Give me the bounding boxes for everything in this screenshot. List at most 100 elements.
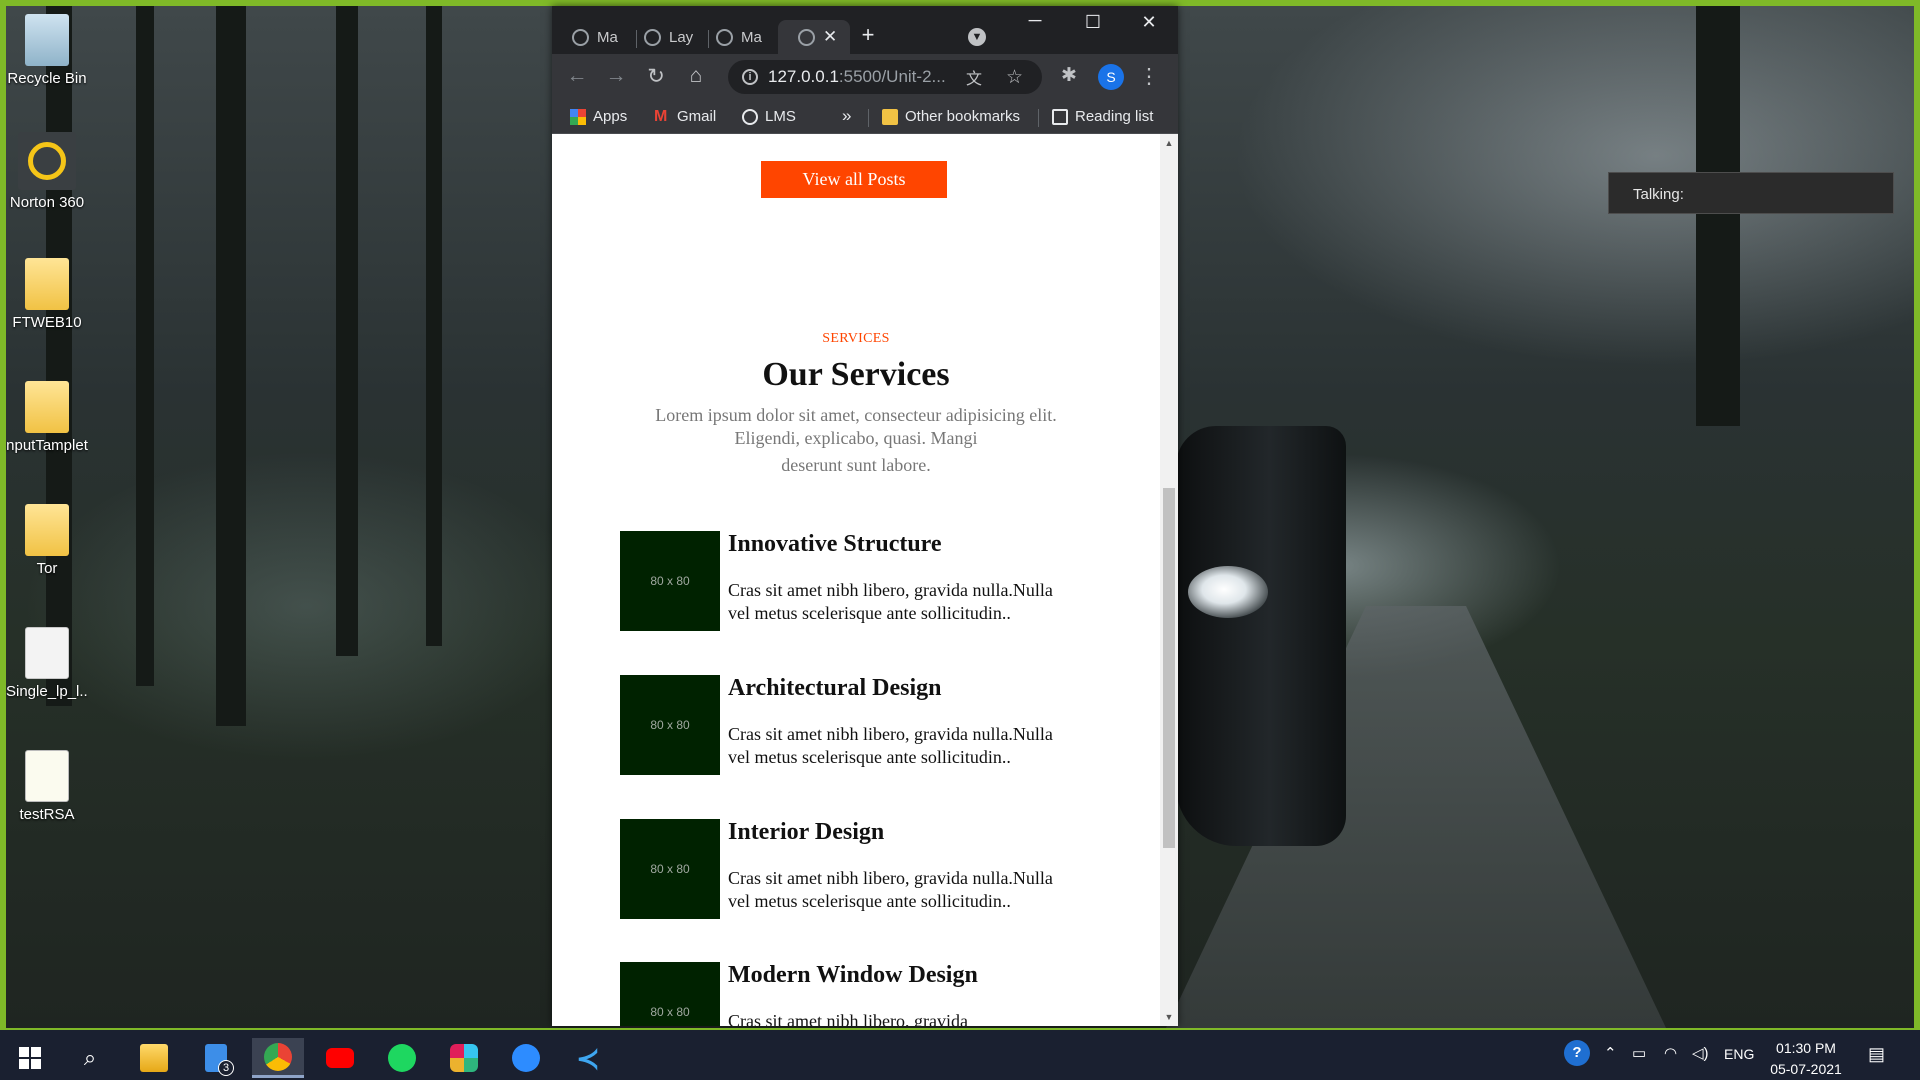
service-thumbnail: 80 x 80 xyxy=(620,819,720,919)
translate-icon[interactable]: 文 xyxy=(966,65,982,89)
scrollbar[interactable]: ▲ ▼ xyxy=(1160,134,1178,1026)
taskbar-app-spotify[interactable] xyxy=(376,1038,428,1078)
folder-icon xyxy=(25,258,69,310)
tree-trunk xyxy=(1696,6,1740,426)
reading-list[interactable]: Reading list xyxy=(1052,108,1153,125)
service-text: Cras sit amet nibh libero, gravida nulla… xyxy=(728,724,1053,767)
bookmark-apps[interactable]: Apps xyxy=(570,108,627,125)
service-text: Cras sit amet nibh libero, gravida xyxy=(728,1011,968,1026)
tab-1[interactable]: Ma xyxy=(552,20,624,54)
notification-icon[interactable]: ▤ xyxy=(1868,1044,1885,1065)
tree-trunk xyxy=(136,6,154,686)
page-viewport: View all Posts SERVICES Our Services Lor… xyxy=(552,134,1178,1026)
reading-list-icon xyxy=(1052,108,1068,125)
volume-icon[interactable]: ◁) xyxy=(1692,1044,1709,1062)
service-title: Interior Design xyxy=(728,819,885,845)
language-indicator[interactable]: ENG xyxy=(1724,1046,1754,1062)
folder-icon xyxy=(140,1044,168,1072)
folder-icon xyxy=(882,108,898,125)
taskbar-app-vscode[interactable]: ≺ xyxy=(562,1038,614,1078)
service-item: 80 x 80 Interior Design Cras sit amet ni… xyxy=(620,819,1060,929)
clock-date: 05-07-2021 xyxy=(1770,1061,1842,1077)
globe-icon xyxy=(572,28,589,46)
browser-toolbar: ← → ↻ ⌂ i 127.0.0.1:5500/Unit-2... 文 ☆ ✱… xyxy=(552,54,1178,100)
taskbar-app-file-explorer[interactable] xyxy=(128,1038,180,1078)
scrollbar-thumb[interactable] xyxy=(1163,488,1175,848)
desktop-icon-inputtamplet[interactable]: nputTamplet xyxy=(6,381,88,454)
globe-icon xyxy=(644,28,661,46)
script-icon xyxy=(25,750,69,802)
extensions-icon[interactable]: ✱ xyxy=(1056,64,1082,87)
back-icon[interactable]: ← xyxy=(564,64,590,88)
view-all-posts-button[interactable]: View all Posts xyxy=(761,161,947,198)
desktop-icon-norton[interactable]: Norton 360 xyxy=(6,132,88,211)
service-title: Architectural Design xyxy=(728,675,942,701)
talking-overlay: Talking: xyxy=(1608,172,1894,214)
chevron-down-icon: ▼ xyxy=(968,28,986,46)
service-text: Cras sit amet nibh libero, gravida nulla… xyxy=(728,580,1053,623)
new-tab-button[interactable]: + xyxy=(853,22,883,48)
bookmarks-overflow-button[interactable]: » xyxy=(842,106,851,126)
url-host: 127.0.0.1 xyxy=(768,67,839,86)
scroll-down-icon[interactable]: ▼ xyxy=(1164,1012,1174,1022)
zoom-icon xyxy=(512,1044,540,1072)
bookmark-lms[interactable]: LMS xyxy=(742,108,796,125)
tab-3[interactable]: Ma xyxy=(696,20,768,54)
service-thumbnail: 80 x 80 xyxy=(620,675,720,775)
avatar[interactable]: S xyxy=(1098,64,1124,90)
desktop-icon-recycle-bin[interactable]: Recycle Bin xyxy=(6,14,88,87)
info-icon[interactable]: i xyxy=(742,69,758,85)
service-item: 80 x 80 Modern Window Design Cras sit am… xyxy=(620,962,1060,1026)
start-button[interactable] xyxy=(4,1038,56,1078)
taskbar-app-slack[interactable] xyxy=(438,1038,490,1078)
address-bar[interactable]: i 127.0.0.1:5500/Unit-2... 文 ☆ xyxy=(728,60,1042,94)
search-icon: ⌕ xyxy=(83,1045,97,1070)
reload-icon[interactable]: ↻ xyxy=(643,64,669,89)
desktop-icon-testrsa[interactable]: testRSA xyxy=(6,750,88,823)
battery-icon[interactable]: ▭ xyxy=(1632,1044,1646,1062)
clock[interactable]: 01:30 PM 05-07-2021 xyxy=(1756,1038,1856,1080)
clock-time: 01:30 PM xyxy=(1776,1040,1836,1056)
maximize-button[interactable]: ☐ xyxy=(1078,12,1108,33)
desktop-icon-tor[interactable]: Tor xyxy=(6,504,88,577)
talking-label: Talking: xyxy=(1633,186,1684,203)
taskbar-app-youtube[interactable] xyxy=(314,1038,366,1078)
taskbar-app-chrome[interactable] xyxy=(252,1038,304,1078)
tab-2[interactable]: Lay xyxy=(624,20,696,54)
chevron-up-icon[interactable]: ⌃ xyxy=(1604,1044,1617,1062)
car-headlight xyxy=(1188,566,1268,618)
desktop-icon-ftweb10[interactable]: FTWEB10 xyxy=(6,258,88,331)
scroll-up-icon[interactable]: ▲ xyxy=(1164,138,1174,148)
taskbar-app-zoom[interactable] xyxy=(500,1038,552,1078)
wifi-icon[interactable]: ◠ xyxy=(1664,1044,1677,1062)
chrome-icon xyxy=(264,1042,292,1071)
recycle-bin-icon xyxy=(25,14,69,66)
services-eyebrow: SERVICES xyxy=(822,331,890,346)
tab-search-button[interactable]: ▼ xyxy=(962,24,992,46)
home-icon[interactable]: ⌂ xyxy=(683,64,709,88)
help-icon[interactable]: ? xyxy=(1564,1040,1590,1066)
close-tab-icon[interactable]: ✕ xyxy=(823,27,837,47)
vscode-icon: ≺ xyxy=(576,1042,600,1074)
service-title: Innovative Structure xyxy=(728,531,942,557)
globe-icon xyxy=(798,28,815,46)
minimize-button[interactable]: ─ xyxy=(1020,10,1050,31)
url-path: :5500/Unit-2... xyxy=(838,67,946,86)
service-thumbnail: 80 x 80 xyxy=(620,531,720,631)
service-title: Modern Window Design xyxy=(728,962,978,988)
apps-grid-icon xyxy=(570,108,586,125)
car xyxy=(1176,426,1346,846)
tree-trunk xyxy=(336,6,358,656)
desktop-icon-single-lp[interactable]: Single_lp_l... xyxy=(6,627,88,700)
close-window-button[interactable]: ✕ xyxy=(1134,12,1164,33)
tab-active[interactable]: ✕ xyxy=(778,20,850,54)
forward-icon[interactable]: → xyxy=(603,64,629,88)
bookmark-gmail[interactable]: M Gmail xyxy=(654,108,716,125)
star-icon[interactable]: ☆ xyxy=(1006,66,1023,89)
slack-icon xyxy=(450,1044,478,1072)
browser-window: Ma Lay Ma ✕ + ▼ ─ ☐ ✕ ← → ↻ ⌂ i 127.0.0.… xyxy=(552,6,1178,1026)
taskbar-app-task-view[interactable]: 3 xyxy=(190,1038,242,1078)
bookmark-other[interactable]: Other bookmarks xyxy=(882,108,1020,125)
menu-icon[interactable]: ⋮ xyxy=(1136,64,1162,89)
search-button[interactable]: ⌕ xyxy=(64,1038,116,1078)
